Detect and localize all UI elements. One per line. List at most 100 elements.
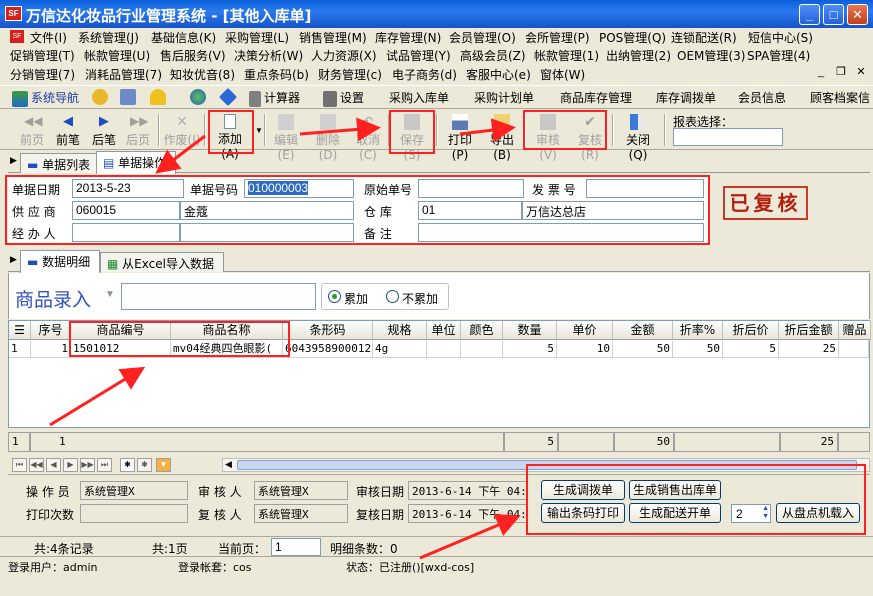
cancel-button[interactable]: ↶ 取消(C): [348, 112, 388, 162]
gen-delivery-button[interactable]: 生成配送开单: [629, 503, 721, 523]
mdi-close-icon[interactable]: ✕: [854, 66, 868, 79]
stocktake-load-button[interactable]: 从盘点机载入: [776, 503, 860, 523]
current-page-input[interactable]: 1: [271, 538, 321, 556]
menu-chain-delivery[interactable]: 连锁配送(R): [671, 29, 737, 46]
col-rate[interactable]: 折率%: [673, 321, 723, 340]
menu-accounts-2[interactable]: 帐款管理(1): [534, 47, 599, 64]
menu-analysis[interactable]: 决策分析(W): [234, 47, 303, 64]
stock-manage-button[interactable]: 商品库存管理: [560, 89, 632, 106]
filter-icon[interactable]: ▼: [156, 458, 171, 472]
prev-page-button[interactable]: ◀◀ 前页: [12, 112, 52, 148]
spin-arrows-icon[interactable]: ▲ ▼: [762, 505, 769, 521]
cell-qty[interactable]: 5: [503, 341, 557, 358]
menu-basic-info[interactable]: 基础信息(K): [151, 29, 216, 46]
tab-document-operation[interactable]: ▤ 单据操作: [96, 151, 176, 174]
dropdown-arrow-icon[interactable]: ▼: [255, 126, 263, 135]
close-doc-button[interactable]: 关闭(Q): [618, 112, 658, 162]
remark-field[interactable]: [418, 223, 704, 242]
menu-oem[interactable]: OEM管理(3): [677, 47, 745, 64]
menu-makeup-sound[interactable]: 知妆优音(8): [170, 66, 235, 83]
barcode-print-button[interactable]: 输出条码打印: [541, 503, 625, 523]
menu-window[interactable]: 窗体(W): [540, 66, 585, 83]
handler-name-field[interactable]: [180, 223, 354, 242]
col-gift[interactable]: 赠品: [839, 321, 871, 340]
invoice-field[interactable]: [586, 179, 704, 198]
print-button[interactable]: 打印(P): [440, 112, 480, 162]
gen-transfer-button[interactable]: 生成调拨单: [541, 480, 625, 500]
menu-samples[interactable]: 试品管理(Y): [386, 47, 451, 64]
menu-sms[interactable]: 短信中心(S): [748, 29, 813, 46]
col-color[interactable]: 颜色: [461, 321, 503, 340]
menu-file[interactable]: 文件(I): [30, 29, 67, 46]
nav-next-icon[interactable]: ▶: [63, 458, 78, 472]
menu-promotion[interactable]: 促销管理(T): [10, 47, 75, 64]
menu-distribution[interactable]: 分销管理(7): [10, 66, 75, 83]
col-net-price[interactable]: 折后价: [723, 321, 779, 340]
next-page-button[interactable]: ▶▶ 后页: [118, 112, 158, 148]
tab-detail-data[interactable]: ▬ 数据明细: [20, 250, 100, 273]
nav-next-page-icon[interactable]: ▶▶: [80, 458, 95, 472]
supplier-code-field[interactable]: 060015: [72, 201, 180, 220]
menu-member[interactable]: 会员管理(O): [449, 29, 516, 46]
customer-file-button[interactable]: 顾客档案信: [810, 89, 870, 106]
scroll-thumb[interactable]: [237, 460, 857, 470]
handler-code-field[interactable]: [72, 223, 180, 242]
recheck-button[interactable]: ✔ 复核(R): [570, 112, 610, 162]
nav-delete-icon[interactable]: ✱: [137, 458, 152, 472]
scroll-left-icon[interactable]: ◀: [225, 459, 232, 470]
accumulate-radio[interactable]: [328, 290, 341, 303]
cell-spec[interactable]: 4g: [373, 341, 427, 358]
minimize-button[interactable]: _: [799, 4, 820, 25]
col-name[interactable]: 商品名称: [171, 321, 283, 340]
product-entry-input[interactable]: [121, 283, 316, 310]
globe-icon[interactable]: [190, 89, 209, 105]
bell-icon[interactable]: [150, 89, 169, 105]
menu-purchase[interactable]: 采购管理(L): [225, 29, 289, 46]
menu-spa[interactable]: SPA管理(4): [747, 47, 810, 64]
menu-aftersales[interactable]: 售后服务(V): [160, 47, 226, 64]
menu-system[interactable]: 系统管理(J): [78, 29, 139, 46]
date-field[interactable]: 2013-5-23: [72, 179, 184, 198]
menu-accounts[interactable]: 帐款管理(U): [84, 47, 150, 64]
col-seq[interactable]: 序号: [31, 321, 71, 340]
menu-hr[interactable]: 人力资源(X): [311, 47, 377, 64]
doc-no-field[interactable]: 010000003: [244, 179, 354, 198]
void-button[interactable]: ✕ 作废(I): [162, 112, 202, 148]
cell-seq[interactable]: 1: [31, 341, 71, 358]
audit-button[interactable]: 审核(V): [528, 112, 568, 162]
tab-excel-import[interactable]: ▦ 从Excel导入数据: [100, 252, 224, 272]
col-qty[interactable]: 数量: [503, 321, 557, 340]
col-amount[interactable]: 金额: [613, 321, 673, 340]
col-barcode[interactable]: 条形码: [283, 321, 373, 340]
nav-last-icon[interactable]: ⏭: [97, 458, 112, 472]
warehouse-code-field[interactable]: 01: [418, 201, 522, 220]
col-net-amount[interactable]: 折后金额: [779, 321, 839, 340]
warehouse-name-field[interactable]: 万信达总店: [522, 201, 704, 220]
menu-inventory[interactable]: 库存管理(N): [375, 29, 441, 46]
no-accumulate-radio[interactable]: [386, 290, 399, 303]
mdi-minimize-icon[interactable]: _: [814, 66, 828, 79]
menu-club[interactable]: 会所管理(P): [525, 29, 590, 46]
cell-gift[interactable]: [839, 341, 869, 358]
menu-key-barcode[interactable]: 重点条码(b): [244, 66, 309, 83]
menu-service-center[interactable]: 客服中心(e): [466, 66, 531, 83]
key-icon[interactable]: [92, 89, 111, 105]
cell-rate[interactable]: 50: [673, 341, 723, 358]
orig-no-field[interactable]: [418, 179, 524, 198]
horizontal-scrollbar[interactable]: ◀: [222, 458, 870, 472]
info-icon[interactable]: [218, 87, 239, 107]
cell-amount[interactable]: 50: [613, 341, 673, 358]
tab-document-list[interactable]: ▬ 单据列表: [20, 153, 98, 173]
col-price[interactable]: 单价: [557, 321, 613, 340]
cell-net-price[interactable]: 5: [723, 341, 779, 358]
cell-name[interactable]: mv04经典四色眼影(: [171, 341, 283, 358]
entry-dropdown-icon[interactable]: ▼: [105, 289, 115, 300]
purchase-inbound-button[interactable]: 采购入库单: [389, 89, 449, 106]
supplier-name-field[interactable]: 金蔻: [180, 201, 354, 220]
calculator-button[interactable]: 计算器: [249, 89, 300, 107]
report-select-input[interactable]: [673, 128, 783, 146]
app-menu-icon[interactable]: SF: [10, 30, 24, 43]
maximize-button[interactable]: □: [823, 4, 844, 25]
gen-sales-out-button[interactable]: 生成销售出库单: [629, 480, 721, 500]
save-button[interactable]: 保存(S): [392, 112, 432, 162]
